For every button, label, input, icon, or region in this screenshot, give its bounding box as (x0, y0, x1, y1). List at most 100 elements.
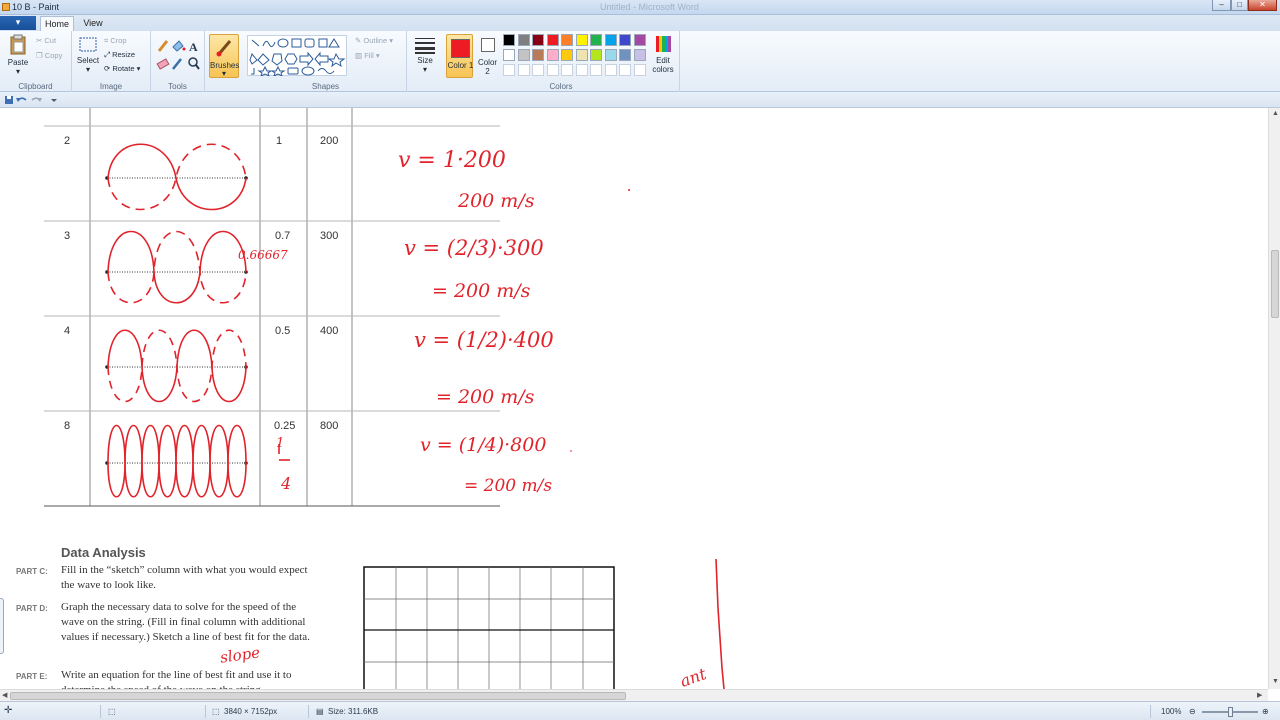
zoom-in-button[interactable]: ⊕ (1262, 707, 1269, 716)
close-button[interactable]: ✕ (1248, 0, 1277, 11)
file-size-icon: ▤ (316, 707, 324, 716)
image-size-icon: ⬚ (212, 707, 220, 716)
part-d-label: PART D: (16, 604, 48, 613)
crop-icon: ⌗ (104, 36, 109, 45)
colors-group: Colors (443, 31, 680, 92)
select-button[interactable]: Select ▾ (75, 36, 101, 74)
row-frequency: 800 (320, 420, 339, 432)
crop-button[interactable]: ⌗ Crop (104, 36, 127, 45)
pencil-icon (157, 40, 169, 52)
brushes-button[interactable]: Brushes ▾ (209, 34, 239, 78)
paste-button[interactable]: Paste ▾ (4, 34, 32, 76)
resize-button[interactable]: ⤢ Resize (104, 50, 135, 59)
undo-icon (16, 97, 27, 102)
file-menu-button[interactable]: ▾ (0, 16, 36, 30)
zoom-slider[interactable] (1202, 707, 1258, 717)
magnifier-icon (188, 57, 200, 70)
cut-button[interactable]: ✂ Cut (36, 36, 56, 45)
stray-dot (628, 189, 630, 191)
row-n: 2 (64, 135, 71, 147)
minimize-button[interactable]: – (1212, 0, 1231, 11)
handwritten-result: = 200 m/s (464, 476, 553, 496)
graph-grid (363, 566, 615, 689)
handwritten-note: 0.66667 (238, 248, 288, 262)
row-frequency: 400 (320, 325, 339, 337)
handwritten-equation: v = (2/3)·300 (404, 236, 544, 260)
row-fraction: 0.25 (274, 420, 296, 432)
redo-icon (31, 97, 42, 102)
faded-window-title: Untitled - Microsoft Word (600, 2, 699, 12)
copy-icon: ❐ (36, 51, 43, 60)
fill-icon: ▨ (355, 51, 363, 60)
image-group-label: Image (99, 82, 123, 91)
resize-icon: ⤢ (104, 50, 110, 59)
size-group: Size ▾ (407, 31, 443, 92)
horizontal-scrollbar[interactable]: ◀ ▶ (0, 689, 1268, 701)
scroll-down-arrow-icon[interactable]: ▼ (1272, 678, 1279, 685)
scroll-right-arrow-icon[interactable]: ▶ (1257, 691, 1262, 699)
shapes-group-label: Shapes (311, 82, 340, 91)
zoom-out-button[interactable]: ⊖ (1189, 707, 1196, 716)
drawing-canvas[interactable]: 2 1 200 3 0.7 300 4 0.5 400 8 0.25 800 v… (0, 108, 1268, 689)
size-button[interactable]: Size ▾ (410, 36, 440, 74)
text-icon: A (189, 40, 198, 54)
image-dimensions: 3840 × 7152px (224, 707, 278, 716)
title-bar: 10 B - Paint Untitled - Microsoft Word –… (0, 0, 1280, 15)
handwritten-equation: v = 1·200 (398, 148, 506, 173)
row-fraction: 0.7 (275, 230, 291, 242)
maximize-button[interactable]: □ (1231, 0, 1248, 11)
status-bar: ✛ ⬚ ⬚ 3840 × 7152px ▤ Size: 311.6KB 100%… (0, 701, 1280, 720)
fill-button[interactable]: ▨ Fill ▾ (355, 51, 380, 60)
fill-bucket-icon (172, 40, 186, 52)
vertical-scrollbar[interactable]: ▲ ▼ (1268, 108, 1280, 689)
tools-icons: A (156, 40, 200, 70)
shapes-icons (249, 38, 346, 77)
rotate-icon: ⟳ (104, 64, 111, 73)
part-c-label: PART C: (16, 567, 48, 576)
string-endpoints (105, 176, 248, 465)
outline-button[interactable]: ✎ Outline ▾ (355, 36, 393, 45)
clipboard-group: Paste ▾ ✂ Cut ❐ Copy Clipboard (0, 31, 72, 92)
tools-group-label: Tools (168, 82, 187, 91)
zoom-slider-thumb[interactable] (1228, 707, 1233, 717)
image-group: Select ▾ ⌗ Crop ⤢ Resize ⟳ Rotate ▾ Image (72, 31, 151, 92)
scroll-up-arrow-icon[interactable]: ▲ (1272, 110, 1279, 117)
line-size-icon (415, 38, 435, 54)
quick-access-toolbar (0, 92, 1280, 108)
ribbon-tab-row: ▾ Home View (0, 15, 1280, 31)
vertical-scroll-thumb[interactable] (1271, 250, 1279, 318)
handwritten-result: 200 m/s (458, 190, 535, 212)
shapes-gallery[interactable] (247, 35, 347, 77)
svg-text:A: A (189, 40, 198, 54)
scissors-icon: ✂ (36, 36, 43, 45)
handwritten-equation: v = (1/4)·800 (420, 434, 547, 456)
row-frequency: 300 (320, 230, 339, 242)
side-panel-handle[interactable] (0, 598, 4, 654)
rotate-button[interactable]: ⟳ Rotate ▾ (104, 64, 140, 73)
horizontal-scroll-thumb[interactable] (10, 692, 626, 700)
row-n: 3 (64, 230, 71, 242)
part-c-text: Fill in the “sketch” column with what yo… (61, 564, 308, 591)
handwritten-result: = 200 m/s (432, 280, 531, 302)
shapes-group: ✎ Outline ▾ ▨ Fill ▾ Shapes (245, 31, 407, 92)
tab-view[interactable]: View (78, 16, 108, 31)
stray-dot-2 (570, 450, 572, 452)
handwritten-result: = 200 m/s (436, 386, 535, 408)
customize-qat-icon (51, 99, 57, 102)
data-analysis-heading: Data Analysis (61, 545, 146, 560)
colors-group-label: Colors (549, 82, 573, 91)
part-e-text: Write an equation for the line of best f… (61, 669, 292, 689)
copy-button[interactable]: ❐ Copy (36, 51, 62, 60)
row-n: 8 (64, 420, 71, 432)
tab-home[interactable]: Home (40, 16, 74, 31)
select-rectangle-icon (79, 37, 97, 52)
color-picker-icon (172, 58, 182, 70)
cursor-position-icon: ✛ (4, 705, 13, 716)
eraser-icon (156, 58, 170, 70)
file-size: Size: 311.6KB (328, 707, 379, 716)
scroll-left-arrow-icon[interactable]: ◀ (2, 691, 7, 699)
part-d-text: Graph the necessary data to solve for th… (61, 601, 310, 643)
handwritten-fraction-denominator: 4 (281, 474, 292, 493)
paint-app-icon[interactable] (2, 3, 10, 11)
brushes-dropdown-arrow: ▾ (221, 69, 226, 78)
